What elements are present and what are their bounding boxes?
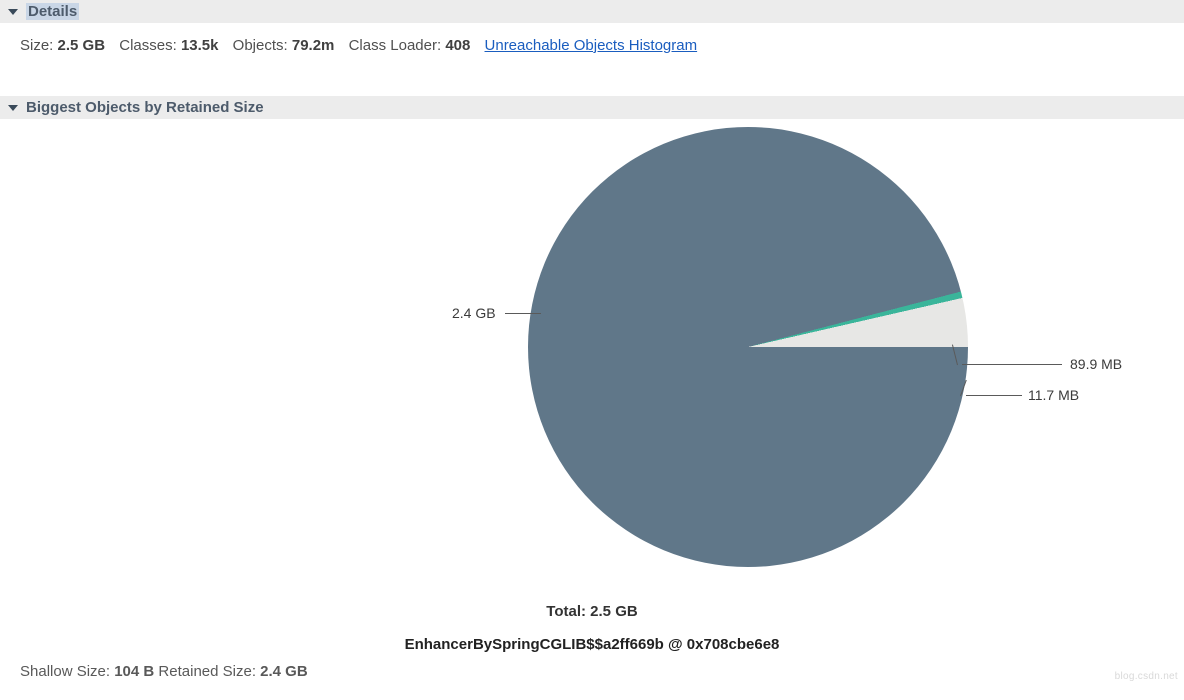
objects-value: 79.2m (292, 37, 335, 54)
unreachable-histogram-link[interactable]: Unreachable Objects Histogram (485, 37, 698, 54)
selected-object-name: EnhancerBySpringCGLIB$$a2ff669b @ 0x708c… (0, 636, 1184, 653)
chevron-down-icon (8, 105, 18, 111)
pie-leader-line (505, 313, 541, 314)
section-header-details[interactable]: Details (0, 0, 1184, 23)
section-header-biggest[interactable]: Biggest Objects by Retained Size (0, 96, 1184, 119)
pie-slice-label-small: 11.7 MB (1028, 387, 1079, 403)
watermark-text: blog.csdn.net (1115, 671, 1178, 682)
retained-size-label: Retained Size: (158, 663, 256, 680)
size-label: Size: (20, 37, 53, 54)
classloader-value: 408 (445, 37, 470, 54)
pie-chart-container: 2.4 GB 89.9 MB 11.7 MB (0, 119, 1184, 599)
size-value: 2.5 GB (58, 37, 106, 54)
pie-leader-line (962, 364, 1062, 365)
shallow-size-label: Shallow Size: (20, 663, 110, 680)
section-title-details: Details (26, 3, 79, 20)
retained-size-value: 2.4 GB (260, 663, 308, 680)
chevron-down-icon (8, 9, 18, 15)
pie-leader-line (966, 395, 1022, 396)
classes-value: 13.5k (181, 37, 219, 54)
pie-slice-label-rest: 89.9 MB (1070, 356, 1122, 372)
shallow-size-value: 104 B (114, 663, 154, 680)
pie-chart[interactable] (528, 127, 968, 567)
pie-slice-label-big: 2.4 GB (452, 305, 496, 321)
classloader-label: Class Loader: (349, 37, 442, 54)
pie-total-label: Total: 2.5 GB (0, 603, 1184, 620)
object-size-footer: Shallow Size: 104 B Retained Size: 2.4 G… (0, 653, 1184, 684)
objects-label: Objects: (233, 37, 288, 54)
section-title-biggest: Biggest Objects by Retained Size (26, 99, 264, 116)
classes-label: Classes: (119, 37, 177, 54)
details-summary-row: Size: 2.5 GB Classes: 13.5k Objects: 79.… (0, 23, 1184, 68)
spacer (0, 68, 1184, 96)
